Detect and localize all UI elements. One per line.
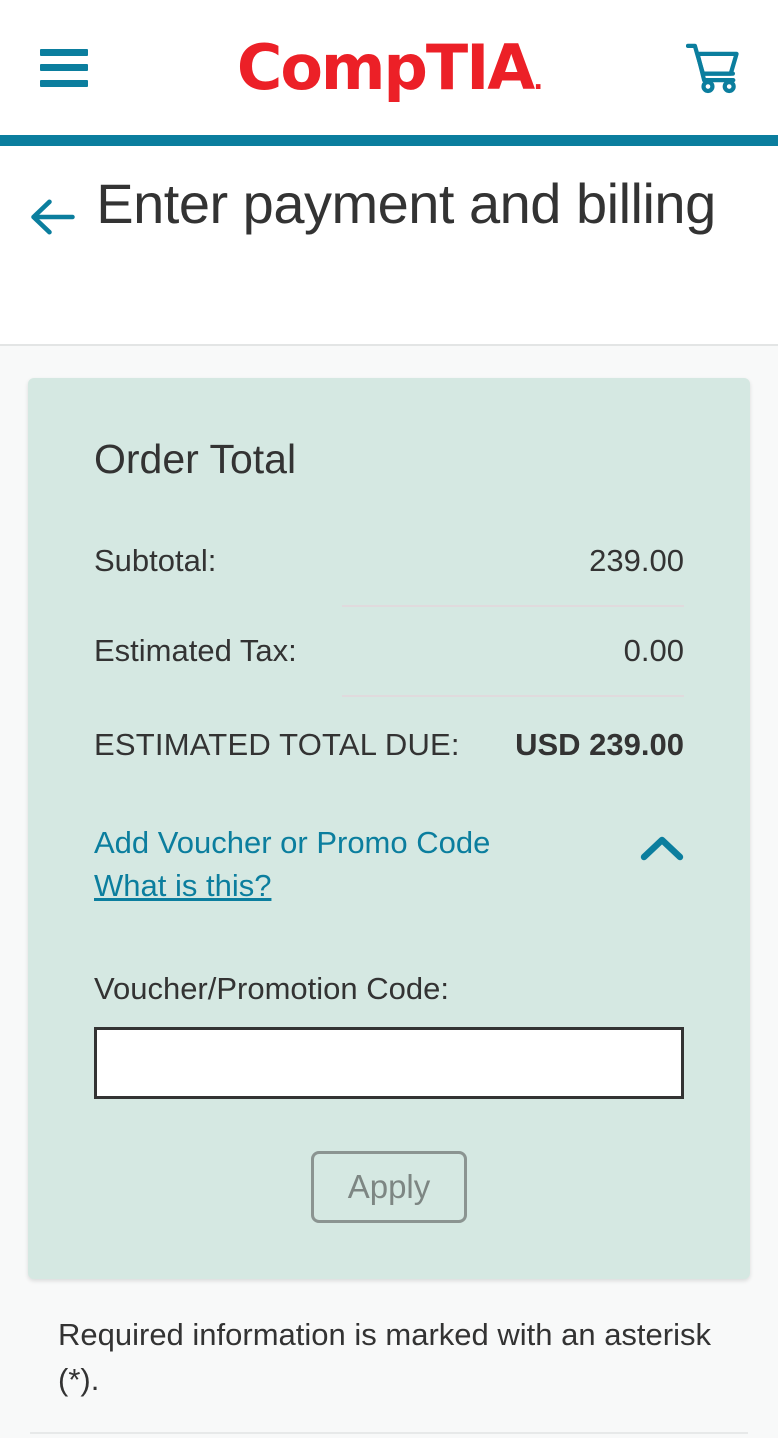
order-total-card: Order Total Subtotal: 239.00 Estimated T…	[28, 378, 750, 1279]
voucher-field-group: Voucher/Promotion Code:	[94, 971, 684, 1099]
apply-button[interactable]: Apply	[310, 1150, 468, 1223]
required-information-note: Required information is marked with an a…	[58, 1316, 711, 1397]
header-accent-rule	[0, 135, 778, 146]
back-arrow-icon[interactable]	[30, 196, 76, 238]
estimated-total-due-label: ESTIMATED TOTAL DUE:	[94, 727, 460, 762]
hamburger-bar-1	[40, 48, 88, 56]
subtotal-label: Subtotal:	[94, 543, 217, 578]
voucher-toggle-section: Add Voucher or Promo Code What is this?	[94, 823, 684, 907]
hamburger-bar-3	[40, 79, 88, 87]
comptia-logo[interactable]: CompTIA.	[237, 36, 543, 99]
table-row: Subtotal: 239.00	[94, 533, 684, 589]
row-divider	[341, 695, 684, 697]
what-is-this-link[interactable]: What is this?	[94, 866, 271, 907]
page-title: Enter payment and billing	[96, 172, 716, 235]
add-voucher-or-promo-code-link[interactable]: Add Voucher or Promo Code	[94, 823, 490, 864]
subtotal-value: 239.00	[589, 543, 684, 578]
voucher-code-label: Voucher/Promotion Code:	[94, 970, 449, 1006]
page-title-bar: Enter payment and billing	[0, 146, 778, 346]
chevron-up-icon[interactable]	[640, 833, 684, 863]
estimated-total-due-value: USD 239.00	[515, 727, 684, 762]
bottom-divider	[30, 1432, 748, 1434]
hamburger-bar-2	[40, 64, 88, 71]
hamburger-menu-icon[interactable]	[40, 48, 88, 87]
apply-button-row: Apply	[94, 1150, 684, 1223]
estimated-tax-value: 0.00	[623, 633, 684, 668]
row-divider	[341, 605, 684, 607]
table-row: ESTIMATED TOTAL DUE: USD 239.00	[94, 713, 684, 773]
table-row: Estimated Tax: 0.00	[94, 623, 684, 679]
voucher-links: Add Voucher or Promo Code What is this?	[94, 823, 490, 907]
page-content: Order Total Subtotal: 239.00 Estimated T…	[0, 346, 778, 1403]
site-header: CompTIA.	[0, 0, 778, 135]
order-total-heading: Order Total	[94, 436, 297, 482]
comptia-logo-text: CompTIA	[236, 30, 535, 104]
shopping-cart-icon[interactable]	[686, 42, 740, 94]
comptia-logo-registered-mark: .	[533, 65, 543, 96]
voucher-code-input[interactable]	[94, 1026, 684, 1099]
estimated-tax-label: Estimated Tax:	[94, 633, 297, 668]
